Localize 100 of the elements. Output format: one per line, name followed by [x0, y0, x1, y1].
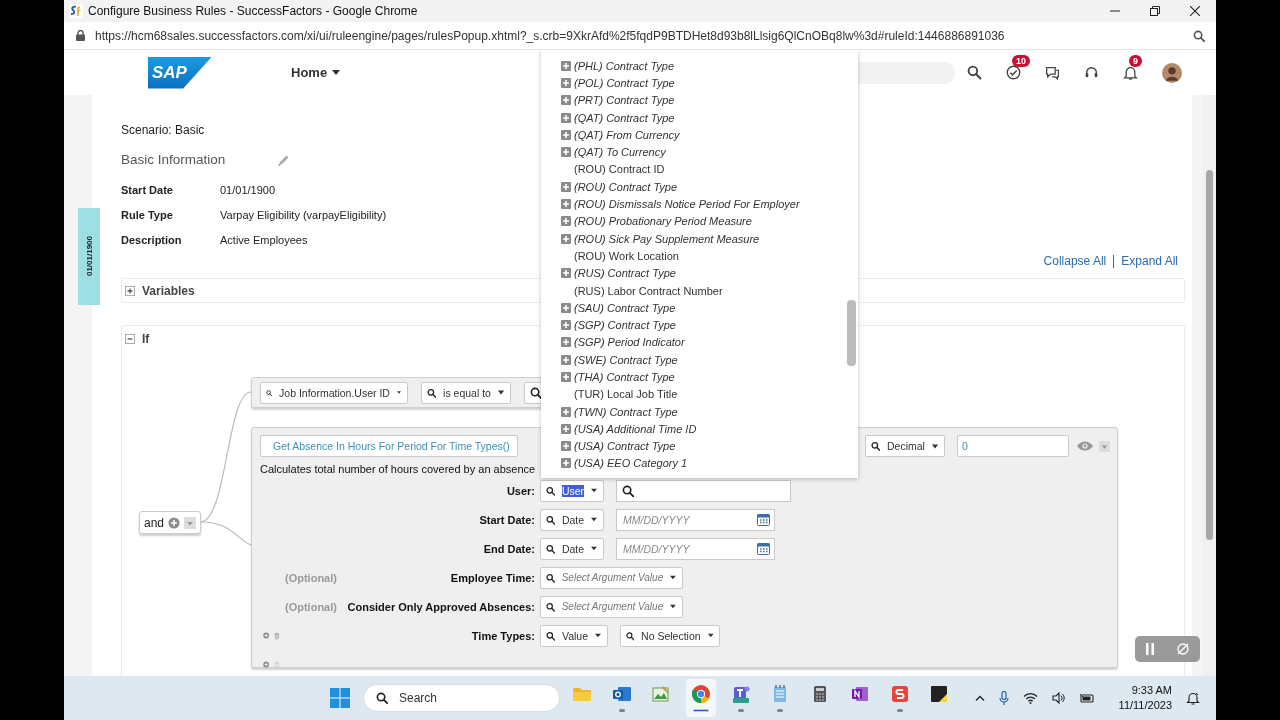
sticky-note-icon[interactable] — [929, 684, 950, 704]
chevron-up-icon[interactable] — [974, 695, 985, 701]
list-option[interactable]: (SWE) Contract Type — [574, 353, 678, 366]
check-circle-icon[interactable] — [1006, 65, 1021, 80]
microphone-icon[interactable] — [998, 690, 1009, 706]
caret-icon[interactable] — [1099, 440, 1110, 452]
list-option[interactable]: (SAU) Contract Type — [574, 301, 676, 314]
expand-icon[interactable] — [561, 129, 571, 140]
section-title[interactable]: Variables — [142, 283, 195, 298]
select-dropdown[interactable]: Job Information.User ID — [260, 381, 408, 404]
expand-icon[interactable] — [125, 285, 135, 296]
scrollbar-thumb[interactable] — [847, 300, 856, 366]
list-option[interactable]: (PRT) Contract Type — [574, 94, 675, 107]
letter-s-app-icon[interactable] — [889, 684, 910, 704]
search-field[interactable]: Search — [363, 684, 560, 712]
select-dropdown[interactable]: No Selection — [620, 624, 720, 647]
calendar-icon[interactable] — [757, 541, 770, 555]
list-option[interactable]: (PHL) Contract Type — [574, 59, 675, 72]
expand-icon[interactable] — [561, 302, 571, 313]
search-icon — [622, 484, 634, 497]
operator-node[interactable]: and — [139, 511, 201, 534]
caret-icon[interactable] — [184, 516, 197, 529]
list-option[interactable]: (TWN) Contract Type — [574, 405, 678, 418]
search-icon[interactable] — [967, 65, 982, 80]
windows-logo-icon[interactable] — [330, 688, 350, 708]
expand-icon[interactable] — [561, 77, 571, 88]
list-option[interactable]: (ROU) Work Location — [574, 249, 679, 262]
chat-icon[interactable] — [1045, 65, 1060, 80]
list-option[interactable]: (SGP) Contract Type — [574, 319, 676, 332]
list-option[interactable]: (ROU) Dismissals Notice Period For Employer — [574, 198, 800, 210]
list-option[interactable]: (THA) Contract Type — [574, 371, 675, 383]
close-icon[interactable] — [1190, 6, 1200, 16]
select-dropdown[interactable]: Select Argument Value — [540, 595, 683, 618]
sap-logo[interactable]: SAP — [148, 56, 212, 89]
date-field[interactable]: MM/DD/YYYY — [616, 508, 775, 531]
section-title[interactable]: If — [142, 332, 150, 346]
zoom-icon[interactable] — [1193, 29, 1205, 42]
optional-label: (Optional) — [285, 600, 337, 613]
eye-icon[interactable] — [1077, 441, 1093, 451]
team-chat-icon[interactable] — [730, 684, 751, 704]
list-option[interactable]: (USA) Contract Type — [574, 440, 676, 453]
select-dropdown[interactable]: Value — [540, 624, 608, 647]
list-option[interactable]: (ROU) Sick Pay Supplement Measure — [574, 232, 760, 245]
select-dropdown[interactable]: is equal to — [421, 381, 511, 404]
home-menu[interactable]: Home — [291, 65, 341, 80]
list-option[interactable]: (ROU) Contract Type — [574, 180, 678, 193]
select-dropdown[interactable]: Decimal — [865, 435, 945, 457]
clock-time[interactable]: 9:33 AM — [1131, 683, 1172, 698]
notification-bell-icon[interactable] — [1186, 691, 1200, 705]
function-select[interactable]: Get Absence In Hours For Period For Time Types() — [260, 435, 518, 457]
list-option[interactable]: (POL) Contract Type — [574, 76, 675, 89]
select-dropdown[interactable]: User — [540, 479, 604, 502]
volume-icon[interactable] — [1051, 692, 1065, 704]
bell-icon[interactable] — [1123, 65, 1138, 80]
select-dropdown[interactable]: Date — [540, 508, 604, 531]
expand-icon[interactable] — [561, 441, 571, 452]
list-option[interactable]: (TUR) Local Job Title — [574, 388, 678, 401]
collapse-icon[interactable] — [125, 334, 135, 344]
restore-icon[interactable] — [1150, 6, 1160, 16]
scrollbar-thumb[interactable] — [1206, 170, 1213, 540]
expand-icon[interactable] — [561, 268, 571, 279]
image-editor-icon[interactable] — [651, 684, 672, 704]
battery-icon[interactable] — [1078, 692, 1095, 704]
list-option[interactable]: (QAT) From Currency — [574, 128, 680, 141]
list-option[interactable]: (QAT) To Currency — [574, 146, 666, 159]
text-link[interactable]: Expand All — [1121, 254, 1178, 268]
list-option[interactable]: (SGP) Period Indicator — [574, 336, 685, 349]
expand-icon[interactable] — [561, 423, 571, 434]
url-text[interactable]: https://hcm68sales.successfactors.com/xi/ui/ruleengine/pages/rulesPopup.xhtml?_s.crb=9XkrAfd%2f5fqdP9BTDHet8d93b8lLlsig6QlCnOBq8lw%3d#ruleId:1446886891036 — [95, 28, 1005, 43]
scrollbar-track[interactable] — [1203, 95, 1216, 676]
pencil-icon[interactable] — [277, 153, 291, 167]
browser-icon[interactable] — [691, 684, 712, 704]
clock-date[interactable]: 11/11/2023 — [1118, 698, 1172, 713]
calendar-icon[interactable] — [757, 512, 770, 526]
effective-date-tab[interactable]: 01/01/1900 — [78, 208, 100, 305]
avatar-icon[interactable] — [1162, 62, 1182, 83]
text-link[interactable]: Collapse All — [1043, 254, 1107, 268]
search-icon — [546, 513, 555, 526]
date-field[interactable]: MM/DD/YYYY — [616, 537, 775, 560]
select-dropdown[interactable]: Select Argument Value — [540, 566, 683, 589]
pause-icon[interactable] — [1145, 643, 1156, 655]
add-icon[interactable] — [168, 516, 181, 529]
headset-icon[interactable] — [1084, 65, 1099, 80]
select-dropdown[interactable]: Date — [540, 537, 604, 560]
list-option[interactable]: (USA) EEO Category 1 — [574, 457, 688, 470]
list-option[interactable]: (RUS) Labor Contract Number — [574, 284, 723, 297]
list-option[interactable]: (ROU) Contract ID — [574, 163, 665, 176]
expand-icon[interactable] — [561, 320, 571, 331]
list-option[interactable]: (QAT) Contract Type — [574, 111, 675, 124]
mail-app-icon[interactable] — [611, 684, 632, 704]
notebook-app-icon[interactable] — [849, 684, 870, 704]
list-option[interactable]: (RUS) Contract Type — [574, 267, 676, 280]
wifi-icon[interactable] — [1022, 692, 1038, 704]
slashed-circle-icon[interactable] — [1175, 642, 1190, 656]
list-option[interactable]: (ROU) Probationary Period Measure — [574, 215, 752, 228]
expand-icon[interactable] — [561, 147, 571, 158]
search-field[interactable] — [616, 479, 791, 502]
search-icon — [546, 542, 555, 555]
value-field[interactable]: 0 — [957, 435, 1069, 457]
list-option[interactable]: (USA) Additional Time ID — [574, 422, 697, 435]
